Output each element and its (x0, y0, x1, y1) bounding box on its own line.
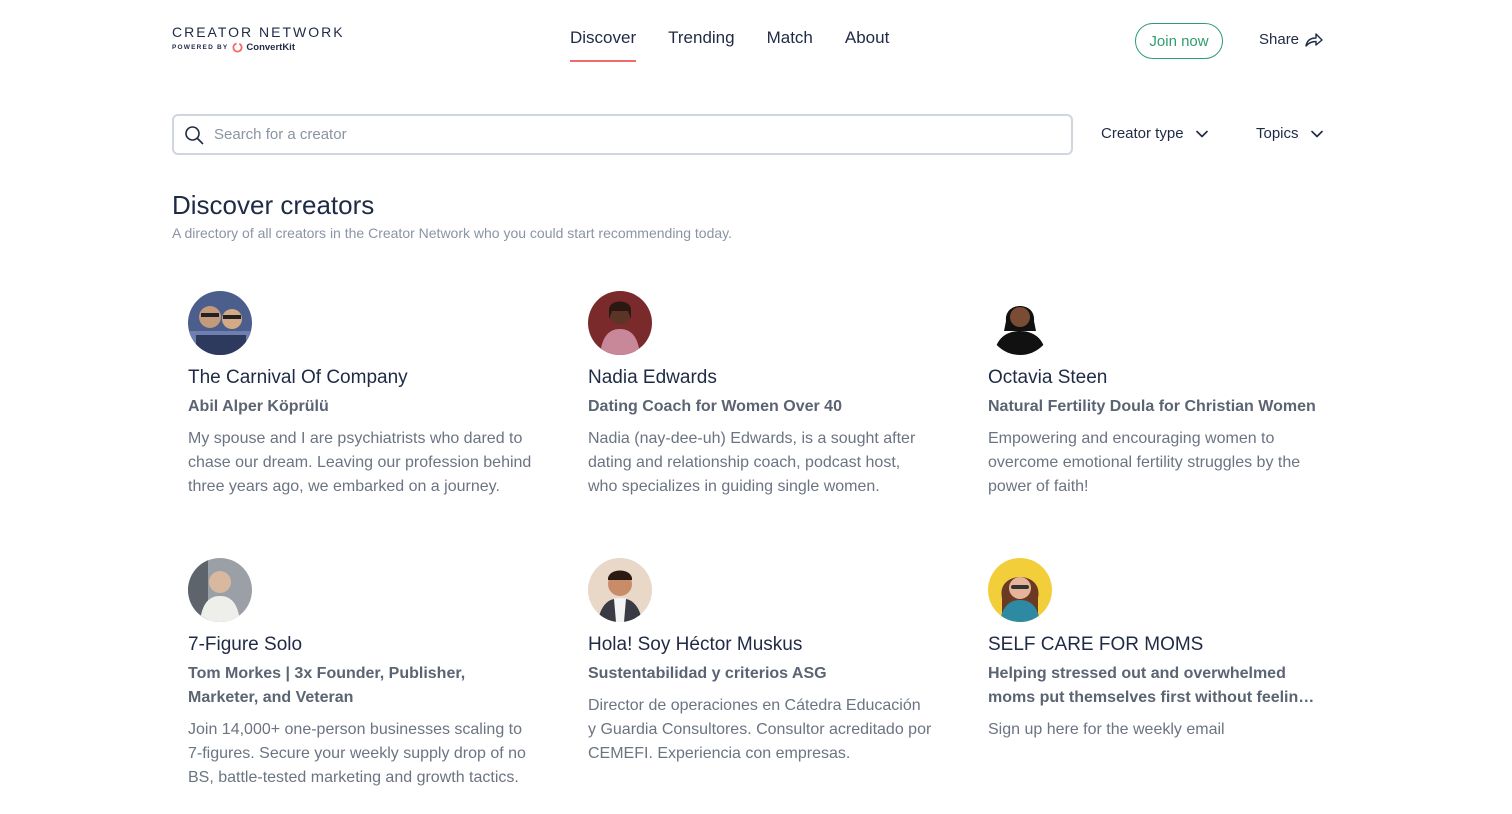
creator-name: SELF CARE FOR MOMS (988, 634, 1204, 655)
page-subtitle: A directory of all creators in the Creat… (172, 225, 732, 241)
creator-type-filter[interactable]: Creator type (1101, 125, 1208, 142)
share-button[interactable]: Share (1259, 31, 1323, 48)
creator-name: 7-Figure Solo (188, 634, 303, 655)
creator-card[interactable]: Octavia Steen Natural Fertility Doula fo… (988, 291, 1338, 499)
logo-title: CREATOR NETWORK (172, 24, 345, 40)
creator-description: Empowering and encouraging women to over… (988, 430, 1301, 495)
convertkit-label: ConvertKit (246, 42, 295, 53)
convertkit-logo-icon (232, 42, 243, 53)
creator-name: Hola! Soy Héctor Muskus (588, 634, 803, 655)
creator-name: The Carnival Of Company (188, 367, 408, 388)
creator-card[interactable]: 7-Figure Solo Tom Morkes | 3x Founder, P… (188, 558, 533, 790)
creator-description: Director de operaciones en Cátedra Educa… (588, 697, 932, 762)
search-box[interactable] (172, 114, 1073, 155)
creator-type-label: Creator type (1101, 125, 1184, 142)
nav-discover[interactable]: Discover (570, 28, 637, 62)
creator-tagline: Natural Fertility Doula for Christian Wo… (988, 398, 1316, 415)
creator-avatar (988, 558, 1052, 622)
creator-tagline: Dating Coach for Women Over 40 (588, 398, 842, 415)
join-now-button[interactable]: Join now (1135, 23, 1223, 59)
creator-card[interactable]: Nadia Edwards Dating Coach for Women Ove… (588, 291, 933, 499)
creator-avatar (588, 558, 652, 622)
creator-tagline: Abil Alper Köprülü (188, 398, 329, 415)
share-arrow-icon (1305, 32, 1323, 47)
creator-name: Nadia Edwards (588, 367, 717, 388)
creator-description: Sign up here for the weekly email (988, 721, 1225, 738)
logo-subline: POWERED BY ConvertKit (172, 42, 345, 53)
creator-avatar (988, 291, 1052, 355)
chevron-down-icon (1310, 130, 1323, 137)
powered-by-label: POWERED BY (172, 44, 229, 51)
creator-description: Nadia (nay-dee-uh) Edwards, is a sought … (588, 430, 916, 495)
creator-network-logo[interactable]: CREATOR NETWORK POWERED BY ConvertKit (172, 24, 345, 53)
topics-label: Topics (1256, 125, 1299, 142)
search-icon (185, 125, 204, 144)
creator-tagline: Helping stressed out and overwhelmed mom… (988, 665, 1309, 706)
page-title: Discover creators (172, 190, 375, 220)
share-label: Share (1259, 31, 1300, 48)
creator-name: Octavia Steen (988, 367, 1108, 388)
creator-card[interactable]: The Carnival Of Company Abil Alper Köprü… (188, 291, 533, 499)
main-nav: Discover Trending Match About (570, 28, 889, 62)
creator-tagline: Sustentabilidad y criterios ASG (588, 665, 827, 682)
topics-filter[interactable]: Topics (1256, 125, 1323, 142)
nav-trending[interactable]: Trending (668, 28, 734, 62)
search-input[interactable] (214, 126, 1014, 143)
creator-description: My spouse and I are psychiatrists who da… (188, 430, 532, 495)
creator-avatar (188, 558, 252, 622)
creator-card[interactable]: SELF CARE FOR MOMS Helping stressed out … (988, 558, 1323, 742)
nav-match[interactable]: Match (767, 28, 813, 62)
chevron-down-icon (1195, 130, 1208, 137)
creator-avatar (188, 291, 252, 355)
creator-card[interactable]: Hola! Soy Héctor Muskus Sustentabilidad … (588, 558, 933, 766)
top-header: CREATOR NETWORK POWERED BY ConvertKit Di… (0, 0, 1512, 80)
creator-avatar (588, 291, 652, 355)
creator-tagline: Tom Morkes | 3x Founder, Publisher, Mark… (188, 665, 466, 706)
creator-description: Join 14,000+ one-person businesses scali… (188, 721, 526, 786)
nav-about[interactable]: About (845, 28, 889, 62)
